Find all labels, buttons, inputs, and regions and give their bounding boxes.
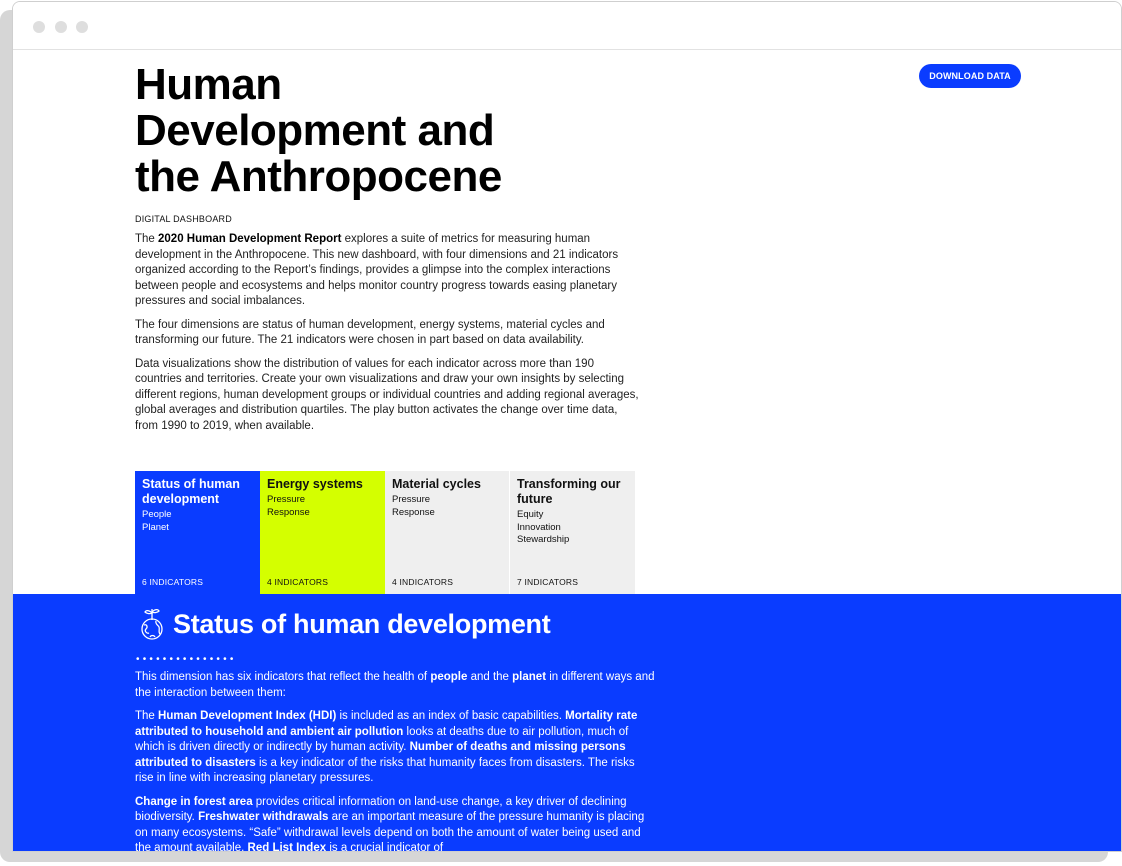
dimension-title: Energy systems xyxy=(267,477,363,491)
dimension-card-energy[interactable]: Energy systems Pressure Response 4 INDIC… xyxy=(260,471,385,595)
intro-section: Human Development and the Anthropocene D… xyxy=(135,62,655,434)
page-eyebrow: DIGITAL DASHBOARD xyxy=(135,214,232,224)
report-link[interactable]: 2020 Human Development Report xyxy=(158,233,341,245)
status-section-title: Status of human development xyxy=(173,608,551,639)
dimension-sub: Stewardship xyxy=(517,534,570,545)
dimension-count: 6 INDICATORS xyxy=(142,577,204,587)
intro-paragraph-1: The 2020 Human Development Report explor… xyxy=(135,233,619,307)
window-titlebar xyxy=(13,2,1121,50)
window-close-dot[interactable] xyxy=(33,21,45,33)
dot-divider: ••••••••••••••• xyxy=(136,654,237,665)
browser-window: DOWNLOAD DATA Human Development and the … xyxy=(12,1,1122,852)
globe-plant-icon xyxy=(141,608,163,640)
status-paragraph-2: The Human Development Index (HDI) is inc… xyxy=(135,710,638,784)
dimension-sub: Response xyxy=(267,506,310,518)
dimension-title: Material cycles xyxy=(392,477,481,491)
dimension-count: 4 INDICATORS xyxy=(392,577,454,587)
dimension-title: Transforming our future xyxy=(517,477,621,506)
dimension-sub: Innovation xyxy=(517,521,561,533)
dimension-card-material[interactable]: Material cycles Pressure Response 4 INDI… xyxy=(385,471,510,595)
dimension-sub: Pressure xyxy=(267,494,306,505)
status-section-header: Status of human development xyxy=(135,606,551,642)
dimension-count: 7 INDICATORS xyxy=(517,577,579,587)
status-paragraph-3: Change in forest area provides critical … xyxy=(135,795,645,852)
page-title: Human Development and the Anthropocene xyxy=(135,60,502,201)
window-minimize-dot[interactable] xyxy=(55,21,67,33)
dimension-sub: Response xyxy=(392,506,435,518)
dimension-sub: Planet xyxy=(142,521,169,533)
window-maximize-dot[interactable] xyxy=(76,21,88,33)
intro-paragraph-3: Data visualizations show the distributio… xyxy=(135,357,639,432)
dimension-title: Status of human development xyxy=(142,477,240,506)
dimension-card-transforming[interactable]: Transforming our future Equity Innovatio… xyxy=(510,471,635,595)
dimension-sub: People xyxy=(142,509,172,520)
download-data-button[interactable]: DOWNLOAD DATA xyxy=(919,64,1021,88)
dimension-count: 4 INDICATORS xyxy=(267,577,329,587)
status-section: Status of human development ••••••••••••… xyxy=(13,594,1121,852)
status-paragraph-1: This dimension has six indicators that r… xyxy=(135,671,655,699)
dimension-tabs: Status of human development People Plane… xyxy=(135,471,635,595)
intro-paragraph-2: The four dimensions are status of human … xyxy=(135,318,605,347)
dimension-sub: Pressure xyxy=(392,494,431,505)
dimension-sub: Equity xyxy=(517,509,544,520)
status-section-body: This dimension has six indicators that r… xyxy=(135,670,655,852)
dimension-card-status[interactable]: Status of human development People Plane… xyxy=(135,471,260,595)
